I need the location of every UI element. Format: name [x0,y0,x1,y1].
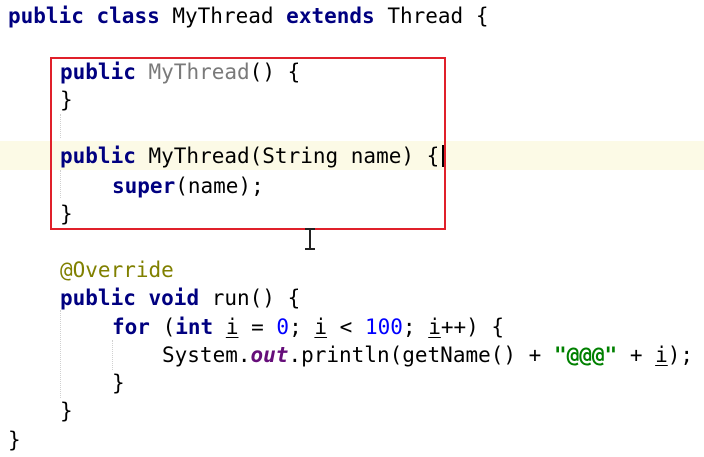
keyword: extends [286,4,375,28]
closing-brace: } [8,428,21,452]
code-line-7: @Override [60,256,174,284]
code-text: + [617,343,656,367]
static-field: out [250,343,289,367]
code-text: ); [667,343,694,367]
keyword: class [96,4,160,28]
loop-variable: i [314,315,328,339]
number-literal: 0 [276,315,290,339]
code-line-9: for (int i = 0; i < 100; i++) { [112,313,504,341]
loop-variable: i [225,315,239,339]
keyword: for [112,315,150,339]
indent-guide [112,340,113,370]
code-text: ( [149,315,176,339]
code-line-12: } [60,397,73,425]
code-line-1: public class MyThread extends Thread { [8,2,488,30]
keyword: public [60,286,136,310]
code-line-8: public void run() { [60,284,300,312]
code-text: ; [289,315,315,339]
annotation: @Override [60,258,174,282]
annotation-highlight-box [50,57,446,230]
indent-guide [60,310,61,398]
closing-brace: } [60,399,73,423]
ibeam-cursor-icon [305,228,315,250]
code-line-11: } [112,369,125,397]
code-text: = [238,315,277,339]
code-text: < [327,315,365,339]
code-text: run() { [199,286,301,310]
code-line-10: System.out.println(getName() + "@@@" + i… [162,341,693,369]
keyword: void [148,286,200,310]
loop-variable: i [655,343,668,367]
number-literal: 100 [364,315,403,339]
code-text: .println(getName() + [288,343,554,367]
code-text: System. [162,343,251,367]
code-editor[interactable]: public class MyThread extends Thread { p… [0,0,704,457]
keyword: public [8,4,84,28]
code-text: ++) { [440,315,505,339]
code-text: Thread { [374,4,489,28]
string-literal: "@@@" [553,343,618,367]
class-name: MyThread [159,4,287,28]
keyword: int [175,315,214,339]
closing-brace: } [112,371,125,395]
loop-variable: i [428,315,441,339]
code-text: ; [402,315,429,339]
code-line-13: } [8,426,21,454]
